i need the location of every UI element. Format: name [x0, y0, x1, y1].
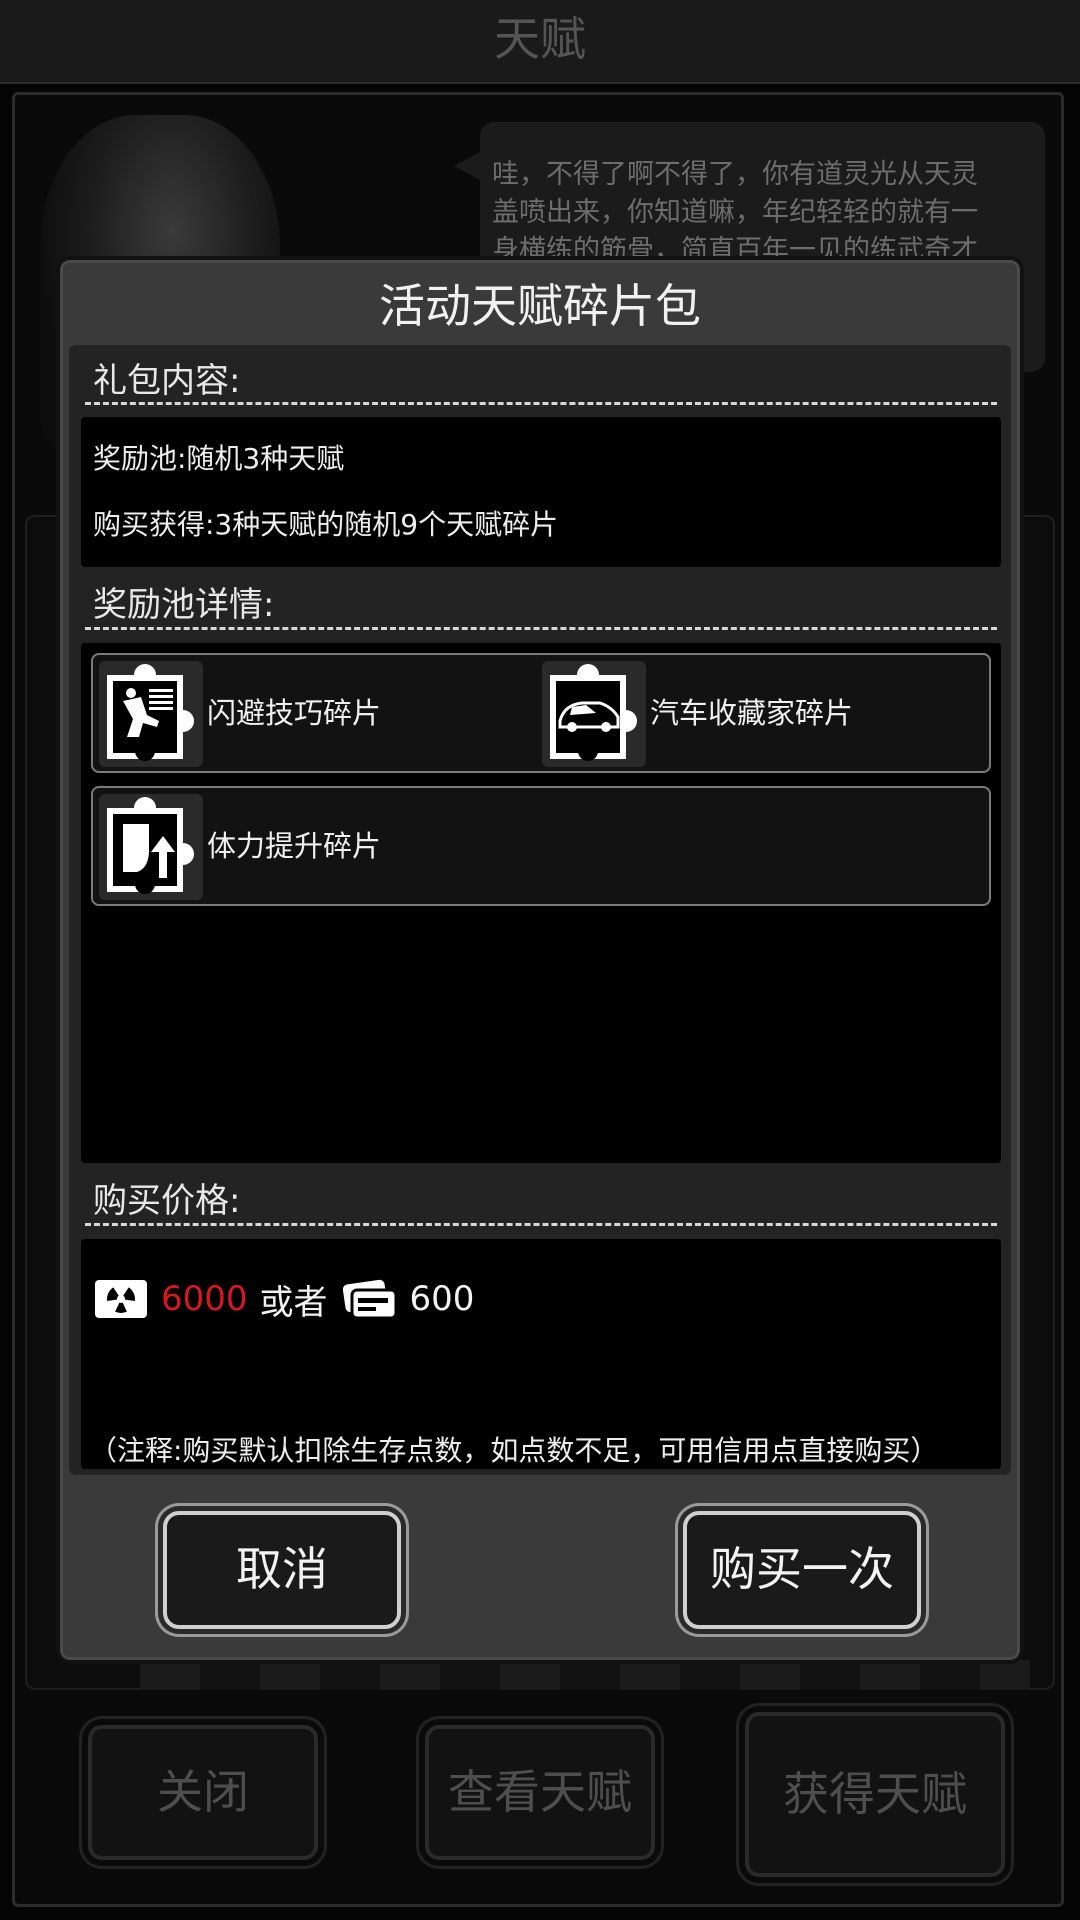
talent-pack-dialog: 活动天赋碎片包 礼包内容: 奖励池:随机3种天赋 购买获得:3种天赋的随机9个天… — [60, 260, 1020, 1660]
cancel-button[interactable]: 取消 — [163, 1511, 401, 1629]
page-title: 天赋 — [0, 0, 1080, 84]
stamina-puzzle-icon — [99, 794, 203, 900]
credit-price: 600 — [409, 1279, 475, 1319]
view-talent-button[interactable]: 查看天赋 — [425, 1725, 655, 1860]
speech-line: 哇，不得了啊不得了，你有道灵光从天灵 — [492, 159, 978, 190]
close-button[interactable]: 关闭 — [88, 1725, 318, 1860]
buy-once-button[interactable]: 购买一次 — [683, 1511, 921, 1629]
reward-pool-list: 闪避技巧碎片 汽车收藏家碎片 体力提升碎片 — [81, 643, 1001, 1163]
dialog-title: 活动天赋碎片包 — [379, 279, 701, 333]
reward-name: 闪避技巧碎片 — [207, 696, 382, 730]
speech-line: 盖喷出来，你知道嘛，年纪轻轻的就有一 — [492, 197, 978, 228]
purchase-note: （注释:购买默认扣除生存点数，如点数不足，可用信用点直接购买） — [89, 1434, 939, 1467]
contents-label: 礼包内容: — [93, 361, 241, 401]
purchase-gain-text: 购买获得:3种天赋的随机9个天赋碎片 — [93, 508, 559, 541]
divider — [85, 1223, 997, 1226]
survival-points-price: 6000 — [161, 1279, 248, 1319]
contents-box: 奖励池:随机3种天赋 购买获得:3种天赋的随机9个天赋碎片 — [81, 417, 1001, 567]
price-label: 购买价格: — [93, 1181, 241, 1221]
dialog-body: 礼包内容: 奖励池:随机3种天赋 购买获得:3种天赋的随机9个天赋碎片 奖励池详… — [69, 345, 1011, 1475]
pool-details-label: 奖励池详情: — [93, 585, 275, 625]
reward-name: 体力提升碎片 — [207, 829, 382, 863]
or-text: 或者 — [259, 1282, 328, 1323]
price-box: 6000 或者 600 （注释:购买默认扣除生存点数，如点数不足，可用信用点直接… — [81, 1239, 1001, 1469]
reward-name: 汽车收藏家碎片 — [650, 696, 854, 730]
divider — [85, 627, 997, 630]
dodge-puzzle-icon — [99, 661, 203, 767]
survival-points-icon — [93, 1278, 149, 1320]
reward-item-stamina[interactable]: 体力提升碎片 — [91, 786, 991, 906]
credit-card-icon — [342, 1278, 398, 1320]
price-row: 6000 或者 600 — [93, 1269, 474, 1329]
reward-item-car[interactable]: 汽车收藏家碎片 — [536, 653, 991, 773]
divider — [85, 402, 997, 405]
background-decoration — [140, 1660, 1030, 1690]
reward-pool-text: 奖励池:随机3种天赋 — [93, 442, 345, 475]
car-puzzle-icon — [542, 661, 646, 767]
get-talent-button[interactable]: 获得天赋 — [745, 1712, 1005, 1877]
